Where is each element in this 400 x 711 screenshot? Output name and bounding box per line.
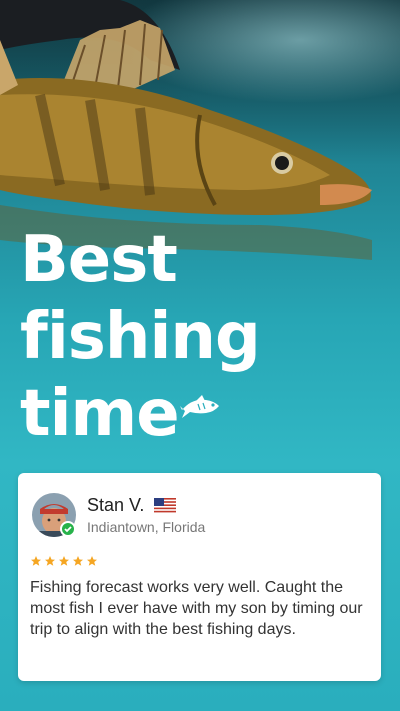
hero-title-line-1: Best — [20, 223, 178, 297]
star-icon — [73, 556, 83, 566]
hero-title-line-2: fishing — [20, 300, 261, 374]
star-icon — [59, 556, 69, 566]
verified-check-icon — [60, 521, 76, 537]
review-text: Fishing forecast works very well. Caught… — [30, 579, 363, 638]
hero-title-line-3: time — [20, 377, 180, 451]
us-flag-icon — [154, 498, 177, 513]
hero-title: Best fishing time — [20, 222, 261, 453]
fish-icon — [180, 395, 219, 418]
star-icon — [31, 556, 41, 566]
star-icon — [87, 556, 97, 566]
onboarding-screen: Best fishing time Stan V. Indiantown, Fl… — [0, 0, 400, 711]
reviewer-name-row: Stan V. — [87, 495, 177, 516]
reviewer-location: Indiantown, Florida — [87, 519, 206, 535]
review-card: Stan V. Indiantown, Florida Fishing fore… — [18, 473, 381, 681]
star-icon — [45, 556, 55, 566]
star-rating — [30, 555, 98, 567]
reviewer-name: Stan V. — [87, 495, 145, 515]
